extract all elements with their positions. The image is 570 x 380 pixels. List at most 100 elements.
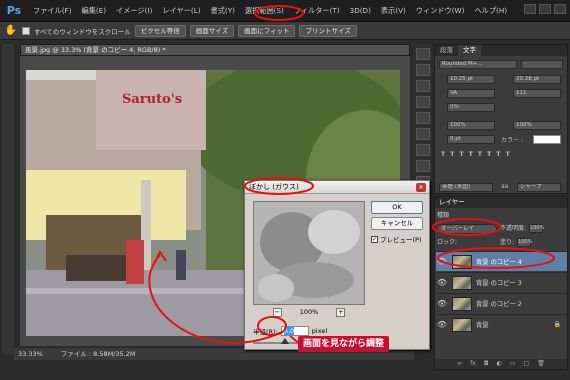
maximize-button[interactable] — [539, 4, 551, 14]
document-tab[interactable]: 風景.jpg @ 33.3% (背景 のコピー 4, RGB/8) * — [20, 44, 410, 56]
layer-row[interactable]: 👁 背景 のコピー 4 — [436, 251, 567, 271]
layer-thumbnail — [452, 296, 472, 311]
actual-pixels-button[interactable]: ピクセル等倍 — [134, 24, 186, 37]
adjustment-icon[interactable]: ◐ — [497, 359, 502, 369]
menu-filter[interactable]: フィルター(T) — [289, 0, 345, 22]
dock-icon[interactable] — [416, 160, 430, 172]
tsume-field[interactable]: 0% — [447, 103, 495, 112]
zoom-in-button[interactable]: + — [336, 308, 346, 317]
dock-icon[interactable] — [416, 112, 430, 124]
tools-panel — [2, 44, 14, 354]
text-style-buttons[interactable]: TTTTTTTT — [441, 151, 515, 158]
close-icon[interactable]: ✕ — [416, 183, 426, 192]
new-layer-icon[interactable]: □ — [524, 359, 530, 369]
print-size-button[interactable]: プリントサイズ — [299, 24, 357, 37]
visibility-eye-icon[interactable]: 👁 — [436, 257, 448, 266]
visibility-eye-icon[interactable]: 👁 — [436, 320, 448, 329]
tab-paragraph[interactable]: 段落 — [435, 45, 458, 56]
trash-icon[interactable]: 🗑 — [537, 359, 545, 369]
menu-image[interactable]: イメージ(I) — [111, 0, 157, 22]
vertical-scale-field[interactable]: 100% — [447, 121, 495, 130]
layer-name: 背景 のコピー 4 — [476, 259, 522, 266]
layer-thumbnail — [452, 275, 472, 290]
layer-name: 背景 のコピー 2 — [476, 301, 522, 308]
layers-footer: ∞ fx ◘ ◐ ▭ □ 🗑 — [435, 359, 567, 369]
dock-icon[interactable] — [416, 80, 430, 92]
horizontal-scale-field[interactable]: 100% — [513, 121, 561, 130]
layer-name: 背景 — [476, 322, 489, 329]
aa-icon: aa — [501, 183, 509, 190]
layer-name: 背景 のコピー 3 — [476, 280, 522, 287]
tracking-field[interactable]: 111 — [513, 89, 561, 98]
preview-checkbox-row[interactable]: ✓ プレビュー(P) — [371, 234, 422, 244]
scroll-all-label: すべてのウィンドウをスクロール — [34, 27, 131, 36]
folder-icon[interactable]: ▭ — [510, 359, 516, 369]
zoom-readout[interactable]: 33.33% — [18, 348, 43, 360]
language-select[interactable]: 英語 (米国) — [439, 183, 493, 192]
font-size-field[interactable]: 10.25 pt — [447, 75, 495, 84]
baseline-field[interactable]: 0 pt — [447, 135, 495, 144]
dialog-title-bar[interactable]: ぼかし (ガウス) ✕ — [245, 181, 429, 194]
color-label: カラー : — [501, 137, 523, 144]
mask-icon[interactable]: ◘ — [484, 359, 489, 369]
menu-help[interactable]: ヘルプ(H) — [469, 0, 512, 22]
ok-button[interactable]: OK — [371, 201, 423, 214]
preview-checkbox[interactable]: ✓ — [371, 235, 378, 243]
menu-3d[interactable]: 3D(D) — [345, 0, 376, 22]
menu-view[interactable]: 表示(V) — [376, 0, 411, 22]
annotation-callout: 画面を見ながら調整 — [298, 336, 390, 352]
tab-character[interactable]: 文字 — [458, 45, 481, 56]
window-controls — [524, 4, 566, 14]
minimize-button[interactable] — [524, 4, 536, 14]
layers-panel-title[interactable]: レイヤー — [435, 197, 567, 208]
cancel-button[interactable]: キャンセル — [371, 217, 423, 230]
layer-thumbnail — [452, 254, 472, 269]
photoshop-logo: Ps — [6, 4, 22, 17]
preview-zoom-controls: − 100% + — [253, 308, 365, 317]
scroll-all-checkbox[interactable] — [22, 26, 30, 35]
antialias-select[interactable]: シャープ — [517, 183, 561, 192]
text-color-swatch[interactable] — [533, 135, 561, 144]
hand-tool-icon[interactable]: ✋ — [4, 24, 18, 38]
layer-row[interactable]: 👁 背景 のコピー 3 — [436, 272, 567, 292]
visibility-eye-icon[interactable]: 👁 — [436, 278, 448, 287]
dock-icon[interactable] — [416, 48, 430, 60]
visibility-eye-icon[interactable]: 👁 — [436, 299, 448, 308]
fill-label: 塗り: — [500, 239, 515, 246]
leading-field[interactable]: 20.28 pt — [513, 75, 561, 84]
screen-size-button[interactable]: 画面サイズ — [189, 24, 235, 37]
radius-slider-handle[interactable] — [281, 338, 289, 344]
menu-edit[interactable]: 編集(E) — [77, 0, 112, 22]
fit-screen-button[interactable]: 画面にフィット — [238, 24, 296, 37]
radius-input[interactable]: 6.0 — [280, 326, 309, 336]
radius-unit: pixel — [311, 327, 328, 335]
menu-window[interactable]: ウィンドウ(W) — [411, 0, 470, 22]
menu-type[interactable]: 書式(Y) — [206, 0, 240, 22]
dock-icon[interactable] — [416, 64, 430, 76]
zoom-out-button[interactable]: − — [272, 308, 282, 317]
kerning-field[interactable]: VA — [447, 89, 495, 98]
layer-thumbnail — [452, 317, 472, 332]
lock-label: ロック: — [437, 239, 458, 246]
dock-icon[interactable] — [416, 128, 430, 140]
menu-layer[interactable]: レイヤー(L) — [157, 0, 205, 22]
fx-icon[interactable]: fx — [470, 359, 476, 369]
options-bar: ✋ すべてのウィンドウをスクロール ピクセル等倍 画面サイズ 画面にフィット プ… — [0, 22, 570, 40]
menu-file[interactable]: ファイル(F) — [28, 0, 77, 22]
font-family-select[interactable]: Rounded M+... — [439, 60, 517, 69]
opacity-field[interactable]: 100% — [529, 224, 544, 233]
layer-row[interactable]: 👁 背景 のコピー 2 — [436, 293, 567, 313]
menu-select[interactable]: 選択範囲(S) — [240, 0, 289, 22]
dock-icon[interactable] — [416, 96, 430, 108]
blur-preview[interactable] — [253, 201, 365, 305]
link-icon[interactable]: ∞ — [457, 359, 462, 369]
dock-icon[interactable] — [416, 144, 430, 156]
close-button[interactable] — [554, 4, 566, 14]
fill-field[interactable]: 100% — [517, 238, 532, 247]
character-panel: 段落 文字 Rounded M+... - 10.25 pt 20.28 pt … — [434, 44, 568, 194]
layer-row[interactable]: 👁 背景 🔒 — [436, 314, 567, 334]
shop-sign: Saruto's — [122, 92, 182, 107]
filter-kind-select[interactable]: 種類 — [437, 210, 449, 221]
blend-mode-select[interactable]: オーバーレイ — [437, 223, 497, 234]
font-style-select[interactable]: - — [521, 60, 563, 69]
